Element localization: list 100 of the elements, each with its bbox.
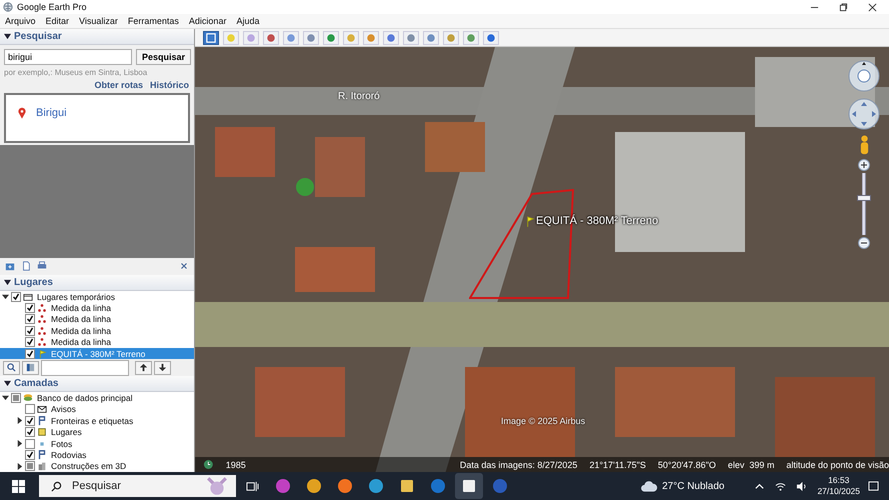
speaker-icon[interactable]	[796, 480, 808, 492]
checkbox[interactable]	[25, 337, 35, 348]
arrow-down-icon	[158, 363, 167, 372]
taskbar-app-button[interactable]	[455, 473, 483, 499]
checkbox[interactable]	[25, 303, 35, 313]
checkbox[interactable]	[25, 326, 35, 336]
checkbox[interactable]	[25, 438, 35, 449]
checkbox[interactable]	[25, 461, 35, 472]
search-button[interactable]: Pesquisar	[136, 49, 191, 65]
circle-icon	[366, 32, 376, 42]
panel-toggle-button[interactable]	[22, 360, 39, 375]
expand-icon[interactable]	[16, 462, 23, 470]
checkbox[interactable]	[11, 392, 21, 403]
zoom-slider-thumb[interactable]	[857, 194, 871, 201]
checkbox[interactable]	[11, 292, 21, 302]
window-title: Google Earth Pro	[17, 2, 87, 12]
checkbox[interactable]	[25, 348, 35, 359]
windows-start-icon[interactable]	[12, 480, 25, 492]
tree-item[interactable]: Medida da linha	[0, 314, 194, 326]
app-icon	[275, 478, 291, 494]
street-label: R. Itororó	[338, 91, 380, 102]
circle-icon	[246, 32, 256, 42]
dots-icon	[37, 337, 47, 348]
clock-icon[interactable]	[203, 459, 214, 470]
circle-icon	[466, 32, 476, 42]
expand-icon[interactable]	[16, 440, 23, 448]
expand-icon[interactable]	[2, 293, 9, 300]
panel-header[interactable]: Lugares	[0, 274, 194, 291]
cloud-icon	[640, 479, 658, 493]
tree-item[interactable]: Fronteiras e etiquetas	[0, 415, 194, 426]
sidebar-icon	[206, 32, 216, 42]
task-view-icon[interactable]	[246, 480, 259, 492]
app-icon	[461, 478, 477, 494]
restore-icon[interactable]	[839, 2, 848, 12]
menu-item[interactable]: Editar	[46, 16, 70, 26]
notification-icon[interactable]	[868, 480, 879, 492]
link[interactable]: Histórico	[150, 80, 189, 90]
tree-item[interactable]: Lugares	[0, 426, 194, 438]
pin-icon	[18, 107, 26, 119]
circle-icon	[226, 32, 236, 42]
circle-icon	[446, 32, 456, 42]
menu-item[interactable]: Ferramentas	[128, 16, 179, 26]
wifi-icon[interactable]	[775, 480, 786, 492]
close-icon[interactable]	[868, 2, 877, 12]
checkbox[interactable]	[25, 314, 35, 324]
menu-item[interactable]: Visualizar	[79, 16, 118, 26]
longitude: 50°20'47.86"O	[658, 460, 716, 470]
circle-icon	[406, 32, 416, 42]
link[interactable]: Obter rotas	[94, 80, 143, 90]
panel-title: Lugares	[14, 276, 53, 288]
year-label: 1985	[226, 460, 246, 470]
tree-item[interactable]: Rodovias	[0, 449, 194, 461]
clock-date: 27/10/2025	[817, 486, 860, 497]
document-icon[interactable]	[21, 261, 31, 272]
weather-text: 27°C Nublado	[662, 480, 724, 492]
circle-icon	[266, 32, 276, 42]
app-icon	[368, 478, 384, 494]
move-down-button[interactable]	[154, 360, 171, 375]
move-up-button[interactable]	[135, 360, 152, 375]
expand-icon[interactable]	[16, 417, 23, 424]
compass-control[interactable]	[847, 59, 881, 93]
imagery-date: Data das imagens: 8/27/2025	[460, 460, 578, 470]
dots-icon	[37, 326, 47, 336]
add-folder-icon[interactable]	[5, 261, 15, 272]
tree-item[interactable]: EQUITÁ - 380M² Terreno	[0, 348, 194, 360]
filter-field[interactable]	[41, 360, 129, 376]
checkbox[interactable]	[25, 450, 35, 460]
tree-item[interactable]: Medida da linha	[0, 336, 194, 348]
panel-header[interactable]: Camadas	[0, 376, 194, 392]
elevation: elev 399 m	[728, 460, 774, 470]
checkbox[interactable]	[25, 404, 35, 414]
tree-item[interactable]: Construções em 3D	[0, 460, 194, 472]
search-button[interactable]	[3, 360, 20, 375]
tree-item[interactable]: Medida da linha	[0, 302, 194, 314]
panel-header[interactable]: Pesquisar	[0, 29, 194, 45]
person-icon[interactable]	[858, 135, 870, 155]
globe-icon	[3, 2, 13, 12]
search-field[interactable]: birigui	[4, 49, 132, 65]
tree-item[interactable]: Medida da linha	[0, 325, 194, 336]
circle-icon	[306, 32, 316, 42]
checkbox[interactable]	[25, 427, 35, 438]
tree-item[interactable]: Avisos	[0, 404, 194, 416]
toolbar-button[interactable]	[203, 30, 219, 44]
tree-item[interactable]: Banco de dados principal	[0, 392, 194, 404]
checkbox[interactable]	[25, 416, 35, 426]
menu-item[interactable]: Adicionar	[188, 16, 226, 26]
square-icon	[37, 427, 47, 438]
envelope-icon	[37, 404, 47, 414]
taskbar-search-field[interactable]: Pesquisar	[39, 475, 236, 497]
result-link[interactable]: Birigui	[36, 107, 67, 119]
placemark-icon	[525, 216, 534, 226]
move-control[interactable]	[847, 97, 881, 131]
expand-icon[interactable]	[2, 394, 9, 402]
menu-item[interactable]: Arquivo	[5, 16, 36, 26]
menu-item[interactable]: Ajuda	[236, 16, 260, 26]
panel-title: Pesquisar	[14, 31, 62, 42]
print-icon[interactable]	[37, 261, 47, 272]
tree-item[interactable]: Lugares temporários	[0, 290, 194, 302]
app-icon	[337, 478, 353, 494]
tree-item[interactable]: Fotos	[0, 438, 194, 450]
